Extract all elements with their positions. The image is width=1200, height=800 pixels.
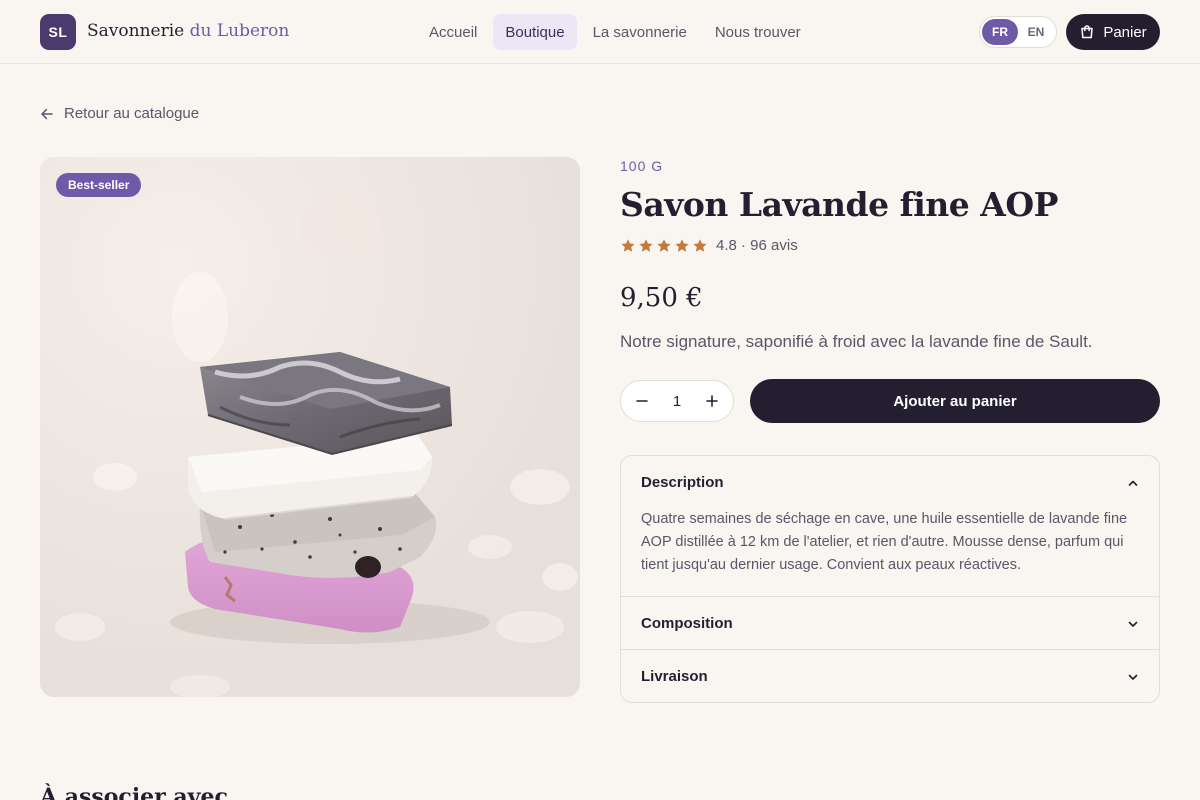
chevron-down-icon [1128, 621, 1138, 627]
chevron-down-icon [1128, 674, 1138, 680]
best-seller-badge: Best-seller [56, 173, 142, 197]
accordion-title: Livraison [641, 668, 708, 685]
quantity-value[interactable]: 1 [673, 393, 681, 410]
product-price: 9,50 € [620, 283, 703, 313]
nav-nous-trouver[interactable]: Nous trouver [703, 14, 813, 50]
star-icon [675, 238, 689, 252]
back-to-catalogue-link[interactable]: Retour au catalogue [40, 105, 199, 122]
minus-icon [636, 400, 648, 402]
logo-badge[interactable]: SL [40, 14, 76, 50]
chevron-up-icon [1128, 480, 1138, 486]
main-nav: Accueil Boutique La savonnerie Nous trou… [417, 14, 817, 50]
related-products-title: À associer avec [40, 784, 228, 800]
plus-icon [706, 395, 718, 407]
cart-label: Panier [1103, 23, 1147, 41]
shopping-bag-icon [1081, 25, 1094, 39]
cart-button[interactable]: Panier [1066, 14, 1160, 50]
soap-stack-illustration [40, 157, 580, 697]
lang-fr-button[interactable]: FR [982, 19, 1018, 45]
brand-name-main: Savonnerie [87, 21, 185, 41]
accordion-title: Description [641, 474, 724, 491]
decrease-quantity-button[interactable] [633, 392, 651, 410]
star-icon [693, 238, 707, 252]
language-switcher: FR EN [979, 16, 1057, 48]
product-image[interactable] [40, 157, 580, 697]
product-tagline: Notre signature, saponifié à froid avec … [620, 332, 1093, 351]
accordion-description-body: Quatre semaines de séchage en cave, une … [641, 511, 1128, 573]
product-weight: 100 G [620, 158, 664, 174]
star-icon [639, 238, 653, 252]
rating-stars [620, 238, 708, 254]
accordion-composition-header[interactable]: Composition [621, 597, 1159, 650]
add-to-cart-button[interactable]: Ajouter au panier [750, 379, 1160, 423]
arrow-left-icon [41, 108, 53, 119]
product-title: Savon Lavande fine AOP [620, 185, 1058, 224]
nav-boutique[interactable]: Boutique [493, 14, 577, 50]
brand-name-accent: du Luberon [189, 21, 290, 41]
back-link-label: Retour au catalogue [64, 105, 200, 122]
increase-quantity-button[interactable] [703, 392, 721, 410]
nav-la-savonnerie[interactable]: La savonnerie [581, 14, 699, 50]
product-accordion: Description Quatre semaines de séchage e… [620, 455, 1160, 703]
lang-en-button[interactable]: EN [1018, 19, 1054, 45]
rating-text: 4.8 · 96 avis [716, 237, 798, 254]
quantity-stepper: 1 [620, 380, 734, 422]
star-icon [657, 238, 671, 252]
accordion-title: Composition [641, 615, 733, 632]
site-header: SL Savonnerie du Luberon Accueil Boutiqu… [0, 0, 1200, 64]
star-icon [621, 238, 635, 252]
product-rating[interactable]: 4.8 · 96 avis [620, 237, 798, 254]
brand-name[interactable]: Savonnerie du Luberon [87, 21, 289, 41]
accordion-description-header[interactable]: Description [621, 456, 1159, 509]
nav-accueil[interactable]: Accueil [417, 14, 489, 50]
accordion-livraison-header[interactable]: Livraison [621, 650, 1159, 702]
